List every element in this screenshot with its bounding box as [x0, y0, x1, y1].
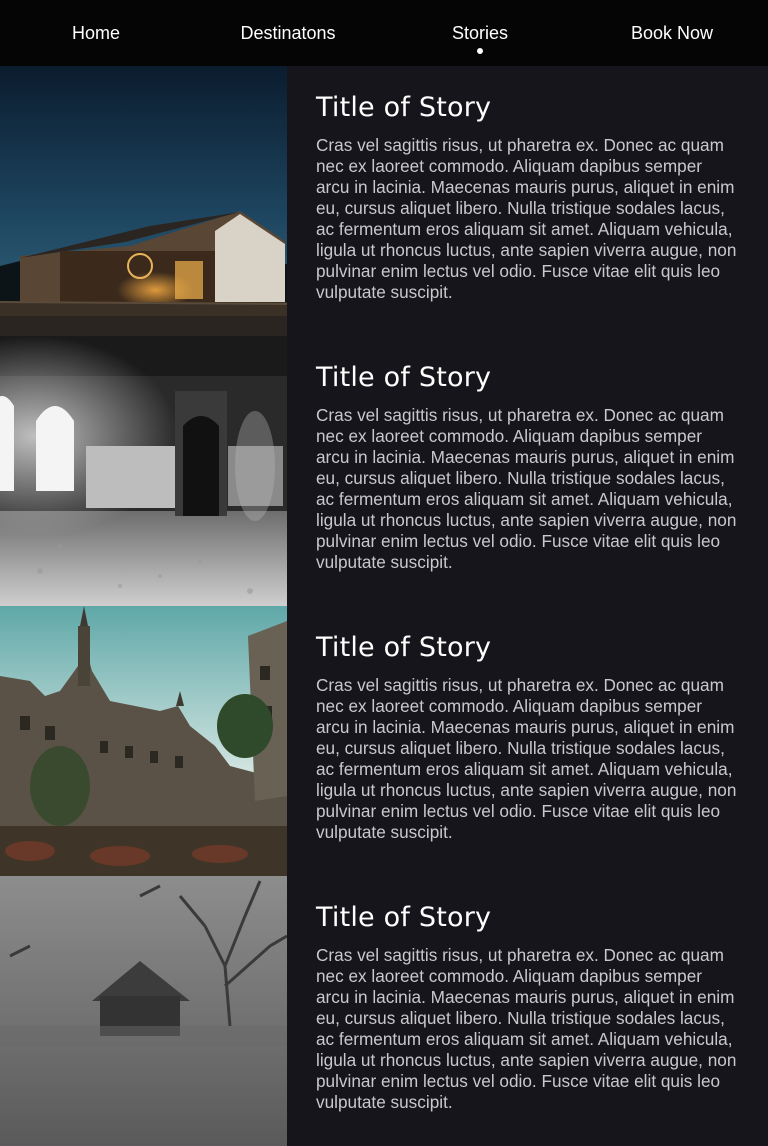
nav-item-book-now[interactable]: Book Now [576, 0, 768, 66]
nav-item-label: Destinatons [240, 22, 336, 43]
story-text: Cras vel sagittis risus, ut pharetra ex.… [316, 945, 737, 1112]
story-text: Cras vel sagittis risus, ut pharetra ex.… [316, 675, 737, 842]
story-body: Title of Story Cras vel sagittis risus, … [287, 606, 768, 876]
story-text: Cras vel sagittis risus, ut pharetra ex.… [316, 405, 737, 572]
story-body: Title of Story Cras vel sagittis risus, … [287, 66, 768, 336]
nav-item-stories[interactable]: Stories [384, 0, 576, 66]
nav-item-label: Book Now [630, 22, 714, 43]
story-body: Title of Story Cras vel sagittis risus, … [287, 876, 768, 1146]
abandoned-hall-ghost-photo[interactable] [0, 336, 287, 606]
story-title[interactable]: Title of Story [316, 362, 738, 394]
story-card[interactable]: Title of Story Cras vel sagittis risus, … [0, 66, 768, 336]
story-title[interactable]: Title of Story [316, 92, 738, 124]
nav-item-label: Stories [451, 22, 509, 43]
stories-list: Title of Story Cras vel sagittis risus, … [0, 66, 768, 1146]
story-card[interactable]: Title of Story Cras vel sagittis risus, … [0, 606, 768, 876]
foggy-house-tree-photo[interactable] [0, 876, 287, 1146]
nav-item-home[interactable]: Home [0, 0, 192, 66]
story-card[interactable]: Title of Story Cras vel sagittis risus, … [0, 336, 768, 606]
story-body: Title of Story Cras vel sagittis risus, … [287, 336, 768, 606]
story-card[interactable]: Title of Story Cras vel sagittis risus, … [0, 876, 768, 1146]
castle-on-hill-photo[interactable] [0, 606, 287, 876]
top-nav: Home Destinatons Stories Book Now [0, 0, 768, 66]
story-title[interactable]: Title of Story [316, 902, 738, 934]
nav-item-label: Home [71, 22, 120, 43]
story-text: Cras vel sagittis risus, ut pharetra ex.… [316, 135, 737, 302]
story-title[interactable]: Title of Story [316, 632, 738, 664]
active-indicator-dot [477, 48, 483, 54]
nav-item-destinations[interactable]: Destinatons [192, 0, 384, 66]
barn-at-night-photo[interactable] [0, 66, 287, 336]
